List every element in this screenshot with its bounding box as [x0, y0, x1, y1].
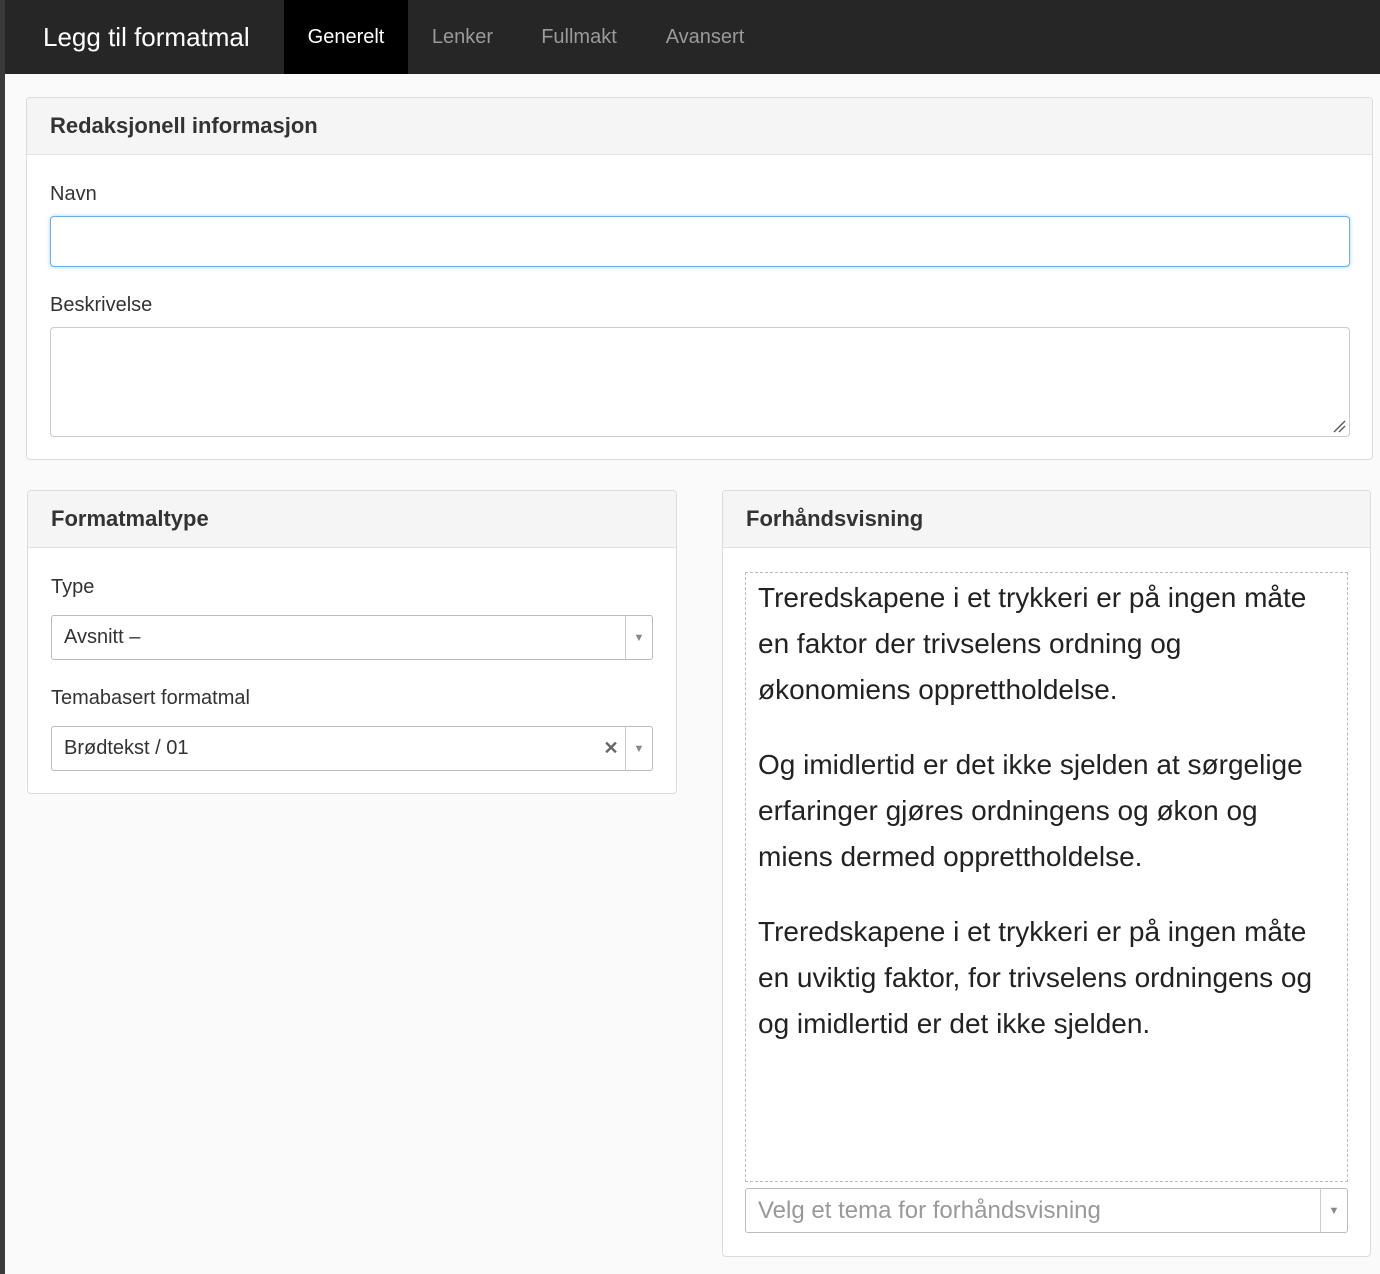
- theme-style-select[interactable]: Brødtekst / 01 ✕ ▼: [51, 726, 653, 771]
- preview-paragraph: Treredskapene i et trykkeri er på ingen …: [758, 582, 1307, 705]
- preview-area: Treredskapene i et trykkeri er på ingen …: [745, 572, 1348, 1182]
- type-select-value: Avsnitt –: [64, 626, 141, 648]
- resize-grip-icon[interactable]: [1332, 419, 1346, 433]
- theme-style-label: Temabasert formatmal: [51, 687, 250, 709]
- preview-paragraph: Treredskapene i et trykkeri er på ingen …: [758, 916, 1313, 1039]
- preview-theme-placeholder: Velg et tema for forhåndsvisning: [758, 1196, 1101, 1224]
- editorial-panel-heading: Redaksjonell informasjon: [27, 98, 1372, 155]
- preview-panel: Forhåndsvisning Treredskapene i et trykk…: [722, 490, 1371, 1257]
- tab-lenker[interactable]: Lenker: [408, 0, 517, 74]
- type-select[interactable]: Avsnitt – ▼: [51, 615, 653, 660]
- description-textarea[interactable]: [50, 327, 1350, 437]
- description-label: Beskrivelse: [50, 294, 153, 316]
- name-input[interactable]: [50, 216, 1350, 267]
- preview-paragraph: Og imidlertid er det ikke sjelden at sør…: [758, 749, 1303, 872]
- tab-avansert[interactable]: Avansert: [641, 0, 769, 74]
- style-type-panel: Formatmaltype Type Avsnitt – ▼ Temabaser…: [27, 490, 677, 794]
- tab-fullmakt[interactable]: Fullmakt: [517, 0, 641, 74]
- top-bar: Legg til formatmal Generelt Lenker Fullm…: [5, 0, 1380, 74]
- window-edge: [0, 0, 5, 1274]
- tab-generelt[interactable]: Generelt: [284, 0, 408, 74]
- dialog-title: Legg til formatmal: [43, 21, 250, 52]
- caret-down-icon[interactable]: ▼: [625, 727, 652, 770]
- name-label: Navn: [50, 183, 97, 205]
- caret-down-icon[interactable]: ▼: [1320, 1189, 1347, 1232]
- type-label: Type: [51, 576, 95, 598]
- preview-theme-select[interactable]: Velg et tema for forhåndsvisning ▼: [745, 1188, 1348, 1233]
- close-icon[interactable]: ✕: [597, 738, 625, 759]
- style-type-heading: Formatmaltype: [28, 491, 676, 548]
- caret-down-icon[interactable]: ▼: [625, 616, 652, 659]
- preview-heading: Forhåndsvisning: [723, 491, 1370, 548]
- theme-style-value: Brødtekst / 01: [64, 737, 189, 759]
- editorial-panel: Redaksjonell informasjon Navn Beskrivels…: [26, 97, 1373, 460]
